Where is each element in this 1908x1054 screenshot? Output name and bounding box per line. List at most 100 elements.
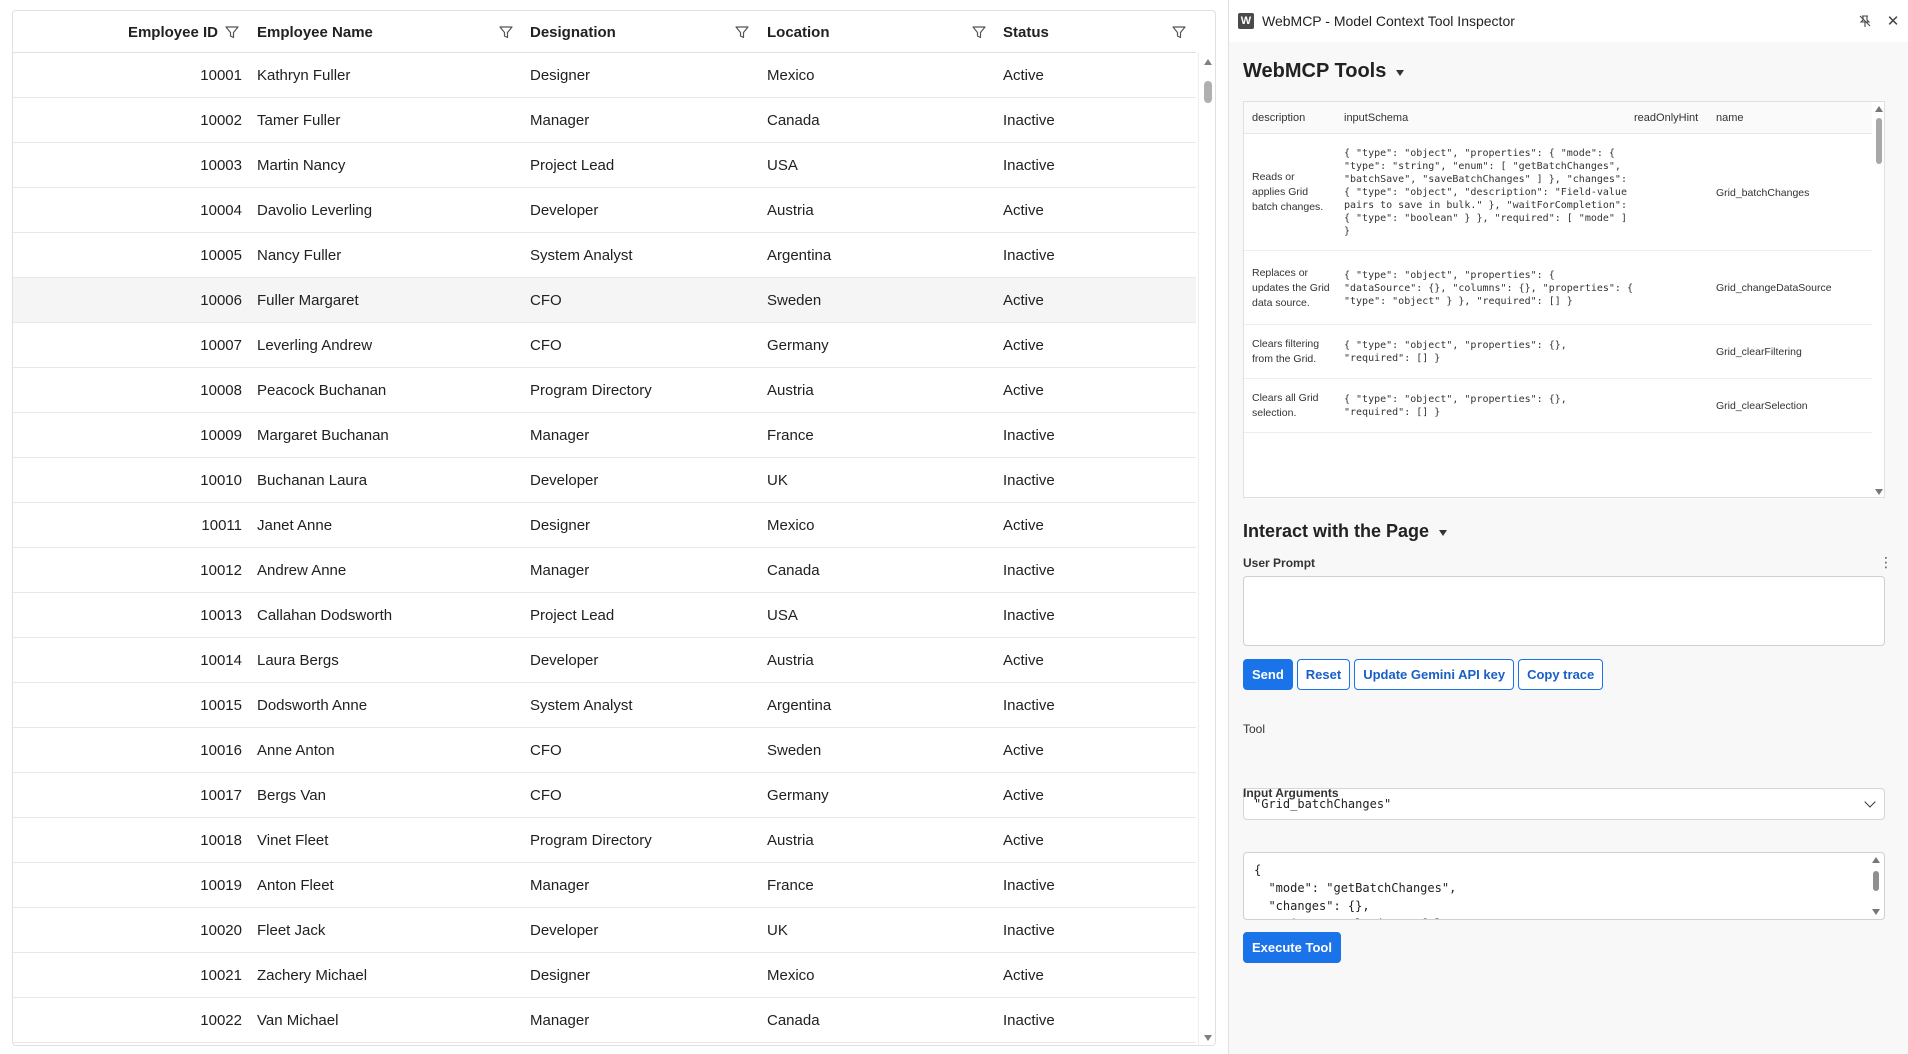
employee-id-cell[interactable]: 10019 — [13, 863, 242, 907]
status-cell[interactable]: Inactive — [1003, 863, 1055, 907]
status-cell[interactable]: Inactive — [1003, 413, 1055, 457]
tool-select[interactable]: "Grid_batchChanges" — [1243, 788, 1885, 820]
location-cell[interactable]: Germany — [767, 773, 829, 817]
employee-id-cell[interactable]: 10009 — [13, 413, 242, 457]
employee-name-cell[interactable]: Dodsworth Anne — [257, 683, 367, 727]
status-cell[interactable]: Active — [1003, 728, 1044, 772]
send-button[interactable]: Send — [1243, 659, 1293, 690]
column-header-employee-id[interactable]: Employee ID — [13, 11, 218, 53]
status-cell[interactable]: Inactive — [1003, 593, 1055, 637]
employee-name-cell[interactable]: Callahan Dodsworth — [257, 593, 392, 637]
location-cell[interactable]: France — [767, 863, 814, 907]
table-row[interactable]: 10017 Bergs Van CFO Germany Active — [13, 773, 1196, 818]
designation-cell[interactable]: Manager — [530, 98, 589, 142]
funnel-icon[interactable] — [1171, 24, 1187, 40]
employee-name-cell[interactable]: Zachery Michael — [257, 953, 367, 997]
table-row[interactable]: 10009 Margaret Buchanan Manager France Inact… — [13, 413, 1196, 458]
employee-name-cell[interactable]: Anne Anton — [257, 728, 335, 772]
tool-row[interactable]: Clears all Grid selection. { "type": "ob… — [1244, 379, 1872, 433]
employee-id-cell[interactable]: 10014 — [13, 638, 242, 682]
table-row[interactable]: 10003 Martin Nancy Project Lead USA Inactive — [13, 143, 1196, 188]
column-header-location[interactable]: Location — [767, 11, 967, 53]
table-row[interactable]: 10002 Tamer Fuller Manager Canada Inactive — [13, 98, 1196, 143]
table-row[interactable]: 10011 Janet Anne Designer Mexico Active — [13, 503, 1196, 548]
employee-name-cell[interactable]: Leverling Andrew — [257, 323, 372, 367]
employee-id-cell[interactable]: 10007 — [13, 323, 242, 367]
scroll-up-arrow-icon[interactable] — [1204, 59, 1212, 65]
designation-cell[interactable]: Developer — [530, 188, 598, 232]
designation-cell[interactable]: System Analyst — [530, 683, 633, 727]
table-row[interactable]: 10014 Laura Bergs Developer Austria Active — [13, 638, 1196, 683]
status-cell[interactable]: Active — [1003, 53, 1044, 97]
status-cell[interactable]: Active — [1003, 638, 1044, 682]
designation-cell[interactable]: Developer — [530, 908, 598, 952]
designation-cell[interactable]: Manager — [530, 548, 589, 592]
status-cell[interactable]: Active — [1003, 323, 1044, 367]
status-cell[interactable]: Active — [1003, 503, 1044, 547]
interact-section-toggle[interactable]: Interact with the Page — [1243, 521, 1448, 542]
designation-cell[interactable]: Program Directory — [530, 818, 652, 862]
employee-id-cell[interactable]: 10015 — [13, 683, 242, 727]
employee-id-cell[interactable]: 10010 — [13, 458, 242, 502]
designation-cell[interactable]: CFO — [530, 728, 562, 772]
designation-cell[interactable]: Manager — [530, 863, 589, 907]
scroll-down-arrow-icon[interactable] — [1872, 909, 1880, 915]
status-cell[interactable]: Inactive — [1003, 908, 1055, 952]
employee-name-cell[interactable]: Peacock Buchanan — [257, 368, 386, 412]
location-cell[interactable]: UK — [767, 908, 788, 952]
designation-cell[interactable]: CFO — [530, 773, 562, 817]
close-icon[interactable]: ✕ — [1884, 12, 1902, 30]
table-row[interactable]: 10021 Zachery Michael Designer Mexico Active — [13, 953, 1196, 998]
funnel-icon[interactable] — [734, 24, 750, 40]
employee-name-cell[interactable]: Bergs Van — [257, 773, 326, 817]
user-prompt-input[interactable] — [1243, 576, 1885, 646]
employee-name-cell[interactable]: Fuller Margaret — [257, 278, 359, 322]
table-row[interactable]: 10004 Davolio Leverling Developer Austria Ac… — [13, 188, 1196, 233]
status-cell[interactable]: Inactive — [1003, 683, 1055, 727]
table-row[interactable]: 10007 Leverling Andrew CFO Germany Active — [13, 323, 1196, 368]
designation-cell[interactable]: Developer — [530, 458, 598, 502]
reset-button[interactable]: Reset — [1296, 659, 1351, 690]
designation-cell[interactable]: System Analyst — [530, 233, 633, 277]
table-row[interactable]: 10015 Dodsworth Anne System Analyst Argenti… — [13, 683, 1196, 728]
webmcp-tools-section-toggle[interactable]: WebMCP Tools — [1243, 60, 1405, 83]
table-row[interactable]: 10016 Anne Anton CFO Sweden Active — [13, 728, 1196, 773]
tool-row[interactable]: Replaces or updates the Grid data source… — [1244, 251, 1872, 325]
employee-id-cell[interactable]: 10006 — [13, 278, 242, 322]
status-cell[interactable]: Active — [1003, 368, 1044, 412]
designation-cell[interactable]: CFO — [530, 323, 562, 367]
designation-cell[interactable]: Manager — [530, 413, 589, 457]
more-options-icon[interactable]: ⋮ — [1879, 554, 1893, 571]
employee-name-cell[interactable]: Andrew Anne — [257, 548, 346, 592]
location-cell[interactable]: France — [767, 413, 814, 457]
input-arguments-text[interactable]: { "mode": "getBatchChanges", "changes": … — [1254, 861, 1456, 919]
location-cell[interactable]: Canada — [767, 998, 820, 1042]
table-row[interactable]: 10020 Fleet Jack Developer UK Inactive — [13, 908, 1196, 953]
employee-name-cell[interactable]: Janet Anne — [257, 503, 332, 547]
employee-id-cell[interactable]: 10020 — [13, 908, 242, 952]
tool-row[interactable]: Reads or applies Grid batch changes. { "… — [1244, 134, 1872, 251]
status-cell[interactable]: Inactive — [1003, 98, 1055, 142]
location-cell[interactable]: Austria — [767, 368, 814, 412]
employee-name-cell[interactable]: Fleet Jack — [257, 908, 325, 952]
location-cell[interactable]: Argentina — [767, 233, 831, 277]
designation-cell[interactable]: Designer — [530, 953, 590, 997]
employee-name-cell[interactable]: Margaret Buchanan — [257, 413, 389, 457]
copy-trace-button[interactable]: Copy trace — [1518, 659, 1604, 690]
employee-name-cell[interactable]: Nancy Fuller — [257, 233, 341, 277]
location-cell[interactable]: Austria — [767, 638, 814, 682]
funnel-icon[interactable] — [498, 24, 514, 40]
employee-id-cell[interactable]: 10002 — [13, 98, 242, 142]
scroll-down-arrow-icon[interactable] — [1204, 1035, 1212, 1041]
location-cell[interactable]: Canada — [767, 98, 820, 142]
status-cell[interactable]: Inactive — [1003, 233, 1055, 277]
column-header-designation[interactable]: Designation — [530, 11, 730, 53]
status-cell[interactable]: Inactive — [1003, 548, 1055, 592]
location-cell[interactable]: Sweden — [767, 728, 821, 772]
funnel-icon[interactable] — [971, 24, 987, 40]
employee-name-cell[interactable]: Tamer Fuller — [257, 98, 340, 142]
location-cell[interactable]: Austria — [767, 188, 814, 232]
scroll-up-arrow-icon[interactable] — [1875, 106, 1883, 112]
table-row[interactable]: 10010 Buchanan Laura Developer UK Inactive — [13, 458, 1196, 503]
employee-name-cell[interactable]: Davolio Leverling — [257, 188, 372, 232]
